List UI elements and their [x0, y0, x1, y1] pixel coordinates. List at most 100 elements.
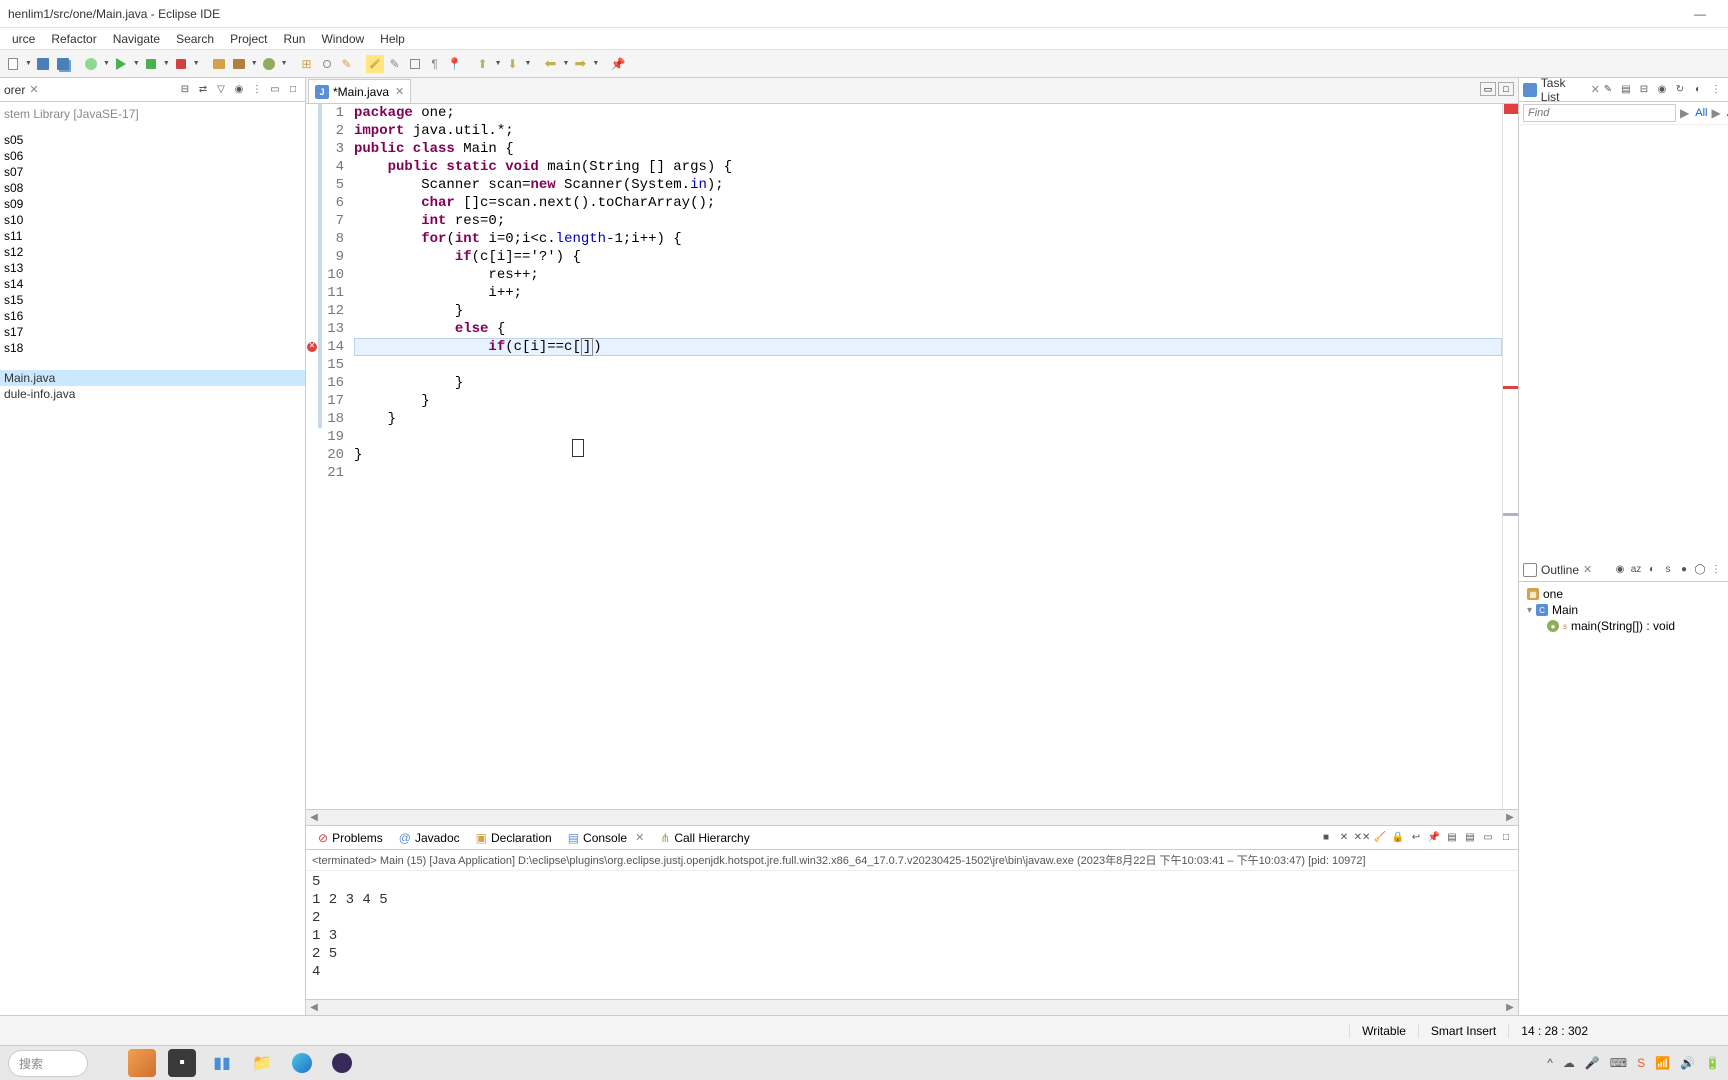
minimize-bottom-button[interactable]: ▭ [1480, 830, 1496, 846]
tray-chevron-icon[interactable]: ^ [1547, 1056, 1553, 1070]
save-all-button[interactable] [54, 55, 72, 73]
task-list-body[interactable] [1519, 125, 1728, 558]
new-type-button[interactable] [230, 55, 248, 73]
remove-all-button[interactable]: ✕✕ [1354, 830, 1370, 846]
taskbar-app-icon[interactable] [128, 1049, 156, 1077]
tree-item[interactable]: s16 [0, 308, 305, 324]
tab-javadoc[interactable]: @Javadoc [391, 829, 468, 847]
tab-console[interactable]: ▤Console✕ [560, 829, 653, 847]
display-selected-button[interactable]: ▤ [1444, 830, 1460, 846]
tray-app-icon[interactable]: S [1637, 1056, 1645, 1070]
tray-input-icon[interactable]: ⌨ [1610, 1056, 1627, 1070]
package-explorer-tree[interactable]: stem Library [JavaSE-17] s05s06s07s08s09… [0, 102, 305, 1015]
console-horizontal-scrollbar[interactable]: ◀▶ [306, 999, 1518, 1015]
system-tray[interactable]: ^ ☁ 🎤 ⌨ S 📶 🔊 🔋 [1547, 1056, 1720, 1070]
pin-console-button[interactable]: 📌 [1426, 830, 1442, 846]
outline-hide-nonpublic-button[interactable]: ● [1676, 562, 1692, 578]
tree-item[interactable]: s05 [0, 132, 305, 148]
tray-volume-icon[interactable]: 🔊 [1680, 1056, 1695, 1070]
tree-item[interactable]: s12 [0, 244, 305, 260]
close-outline-icon[interactable]: ✕ [1583, 563, 1592, 576]
windows-search-input[interactable]: 搜索 [8, 1050, 88, 1077]
minimize-view-button[interactable]: ▭ [267, 82, 283, 98]
collapse-button[interactable]: ⊟ [1636, 82, 1652, 98]
tray-battery-icon[interactable]: 🔋 [1705, 1056, 1720, 1070]
back-button[interactable]: ⬅ [541, 55, 559, 73]
close-tab-icon[interactable]: ✕ [395, 85, 404, 98]
outline-sort-button[interactable]: az [1628, 562, 1644, 578]
menu-search[interactable]: Search [168, 30, 222, 48]
next-annotation-button[interactable]: ⬇ [504, 55, 522, 73]
maximize-bottom-button[interactable]: □ [1498, 830, 1514, 846]
outline-tree[interactable]: ▦ one ▾ C Main ● s main(String[]) : void [1519, 582, 1728, 1015]
minimize-editor-button[interactable]: ▭ [1480, 82, 1496, 96]
close-console-icon[interactable]: ✕ [635, 831, 644, 844]
wand-button[interactable]: ✎ [386, 55, 404, 73]
open-console-button[interactable]: ▤ [1462, 830, 1478, 846]
library-node[interactable]: stem Library [JavaSE-17] [0, 106, 305, 122]
prev-annotation-button[interactable]: ⬆ [474, 55, 492, 73]
save-button[interactable] [34, 55, 52, 73]
editor-horizontal-scrollbar[interactable]: ◀▶ [306, 809, 1518, 825]
focus-button[interactable]: ◉ [231, 82, 247, 98]
menu-refactor[interactable]: Refactor [43, 30, 104, 48]
outline-method[interactable]: ● s main(String[]) : void [1523, 618, 1724, 634]
tab-problems[interactable]: ⊘Problems [310, 829, 391, 847]
clear-console-button[interactable]: 🧹 [1372, 830, 1388, 846]
terminate-button[interactable]: ■ [1318, 830, 1334, 846]
new-button[interactable] [4, 55, 22, 73]
menu-help[interactable]: Help [372, 30, 413, 48]
tree-item[interactable]: s17 [0, 324, 305, 340]
taskbar-edge-icon[interactable] [288, 1049, 316, 1077]
collapse-all-button[interactable]: ⊟ [177, 82, 193, 98]
tab-declaration[interactable]: ▣Declaration [468, 829, 560, 847]
tray-wifi-icon[interactable]: 📶 [1655, 1056, 1670, 1070]
tab-call-hierarchy[interactable]: ⋔Call Hierarchy [652, 829, 757, 847]
outline-menu-button[interactable]: ⋮ [1708, 562, 1724, 578]
search-button[interactable] [318, 55, 336, 73]
file-module-info[interactable]: dule-info.java [0, 386, 305, 402]
block-select-button[interactable] [406, 55, 424, 73]
code-editor[interactable]: ✕ 123456789101112131415161718192021 pack… [306, 104, 1518, 809]
tree-item[interactable]: s07 [0, 164, 305, 180]
close-icon[interactable]: ✕ [29, 83, 38, 96]
forward-button[interactable]: ➡ [571, 55, 589, 73]
toggle-highlight-button[interactable] [366, 55, 384, 73]
outline-hide-static-button[interactable]: s [1660, 562, 1676, 578]
menu-project[interactable]: Project [222, 30, 275, 48]
tree-item[interactable]: s15 [0, 292, 305, 308]
close-tasklist-icon[interactable]: ✕ [1591, 83, 1600, 96]
taskbar-terminal-icon[interactable]: ▪ [168, 1049, 196, 1077]
link-editor-button[interactable]: ⇄ [195, 82, 211, 98]
file-main-java[interactable]: Main.java [0, 370, 305, 386]
taskbar-eclipse-icon[interactable] [328, 1049, 356, 1077]
outline-focus-button[interactable]: ◉ [1612, 562, 1628, 578]
task-all-link[interactable]: All [1695, 107, 1707, 119]
remove-launch-button[interactable]: ✕ [1336, 830, 1352, 846]
tray-onedrive-icon[interactable]: ☁ [1563, 1056, 1575, 1070]
tree-item[interactable]: s08 [0, 180, 305, 196]
tree-item[interactable]: s14 [0, 276, 305, 292]
tree-item[interactable]: s13 [0, 260, 305, 276]
open-type-button[interactable]: ⊞ [298, 55, 316, 73]
scroll-lock-button[interactable]: 🔒 [1390, 830, 1406, 846]
maximize-editor-button[interactable]: □ [1498, 82, 1514, 96]
categorize-button[interactable]: ▤ [1618, 82, 1634, 98]
word-wrap-button[interactable]: ↩ [1408, 830, 1424, 846]
external-tools-button[interactable] [172, 55, 190, 73]
new-task-button[interactable]: ✎ [1600, 82, 1616, 98]
menu-run[interactable]: Run [275, 30, 313, 48]
tasklist-menu-button[interactable]: ⋮ [1708, 82, 1724, 98]
minimize-button[interactable]: — [1680, 0, 1720, 28]
task-find-input[interactable] [1523, 104, 1676, 122]
outline-class[interactable]: ▾ C Main [1523, 602, 1724, 618]
new-package-button[interactable] [210, 55, 228, 73]
view-menu-button[interactable]: ⋮ [249, 82, 265, 98]
tree-item[interactable]: s18 [0, 340, 305, 356]
sync-button[interactable]: ↻ [1672, 82, 1688, 98]
taskbar-explorer-icon[interactable]: 📁 [248, 1049, 276, 1077]
focus-task-button[interactable]: ◉ [1654, 82, 1670, 98]
run-button[interactable] [112, 55, 130, 73]
taskbar-widgets-icon[interactable]: ▮▮ [208, 1049, 236, 1077]
pin-editor-button[interactable]: 📌 [609, 55, 627, 73]
